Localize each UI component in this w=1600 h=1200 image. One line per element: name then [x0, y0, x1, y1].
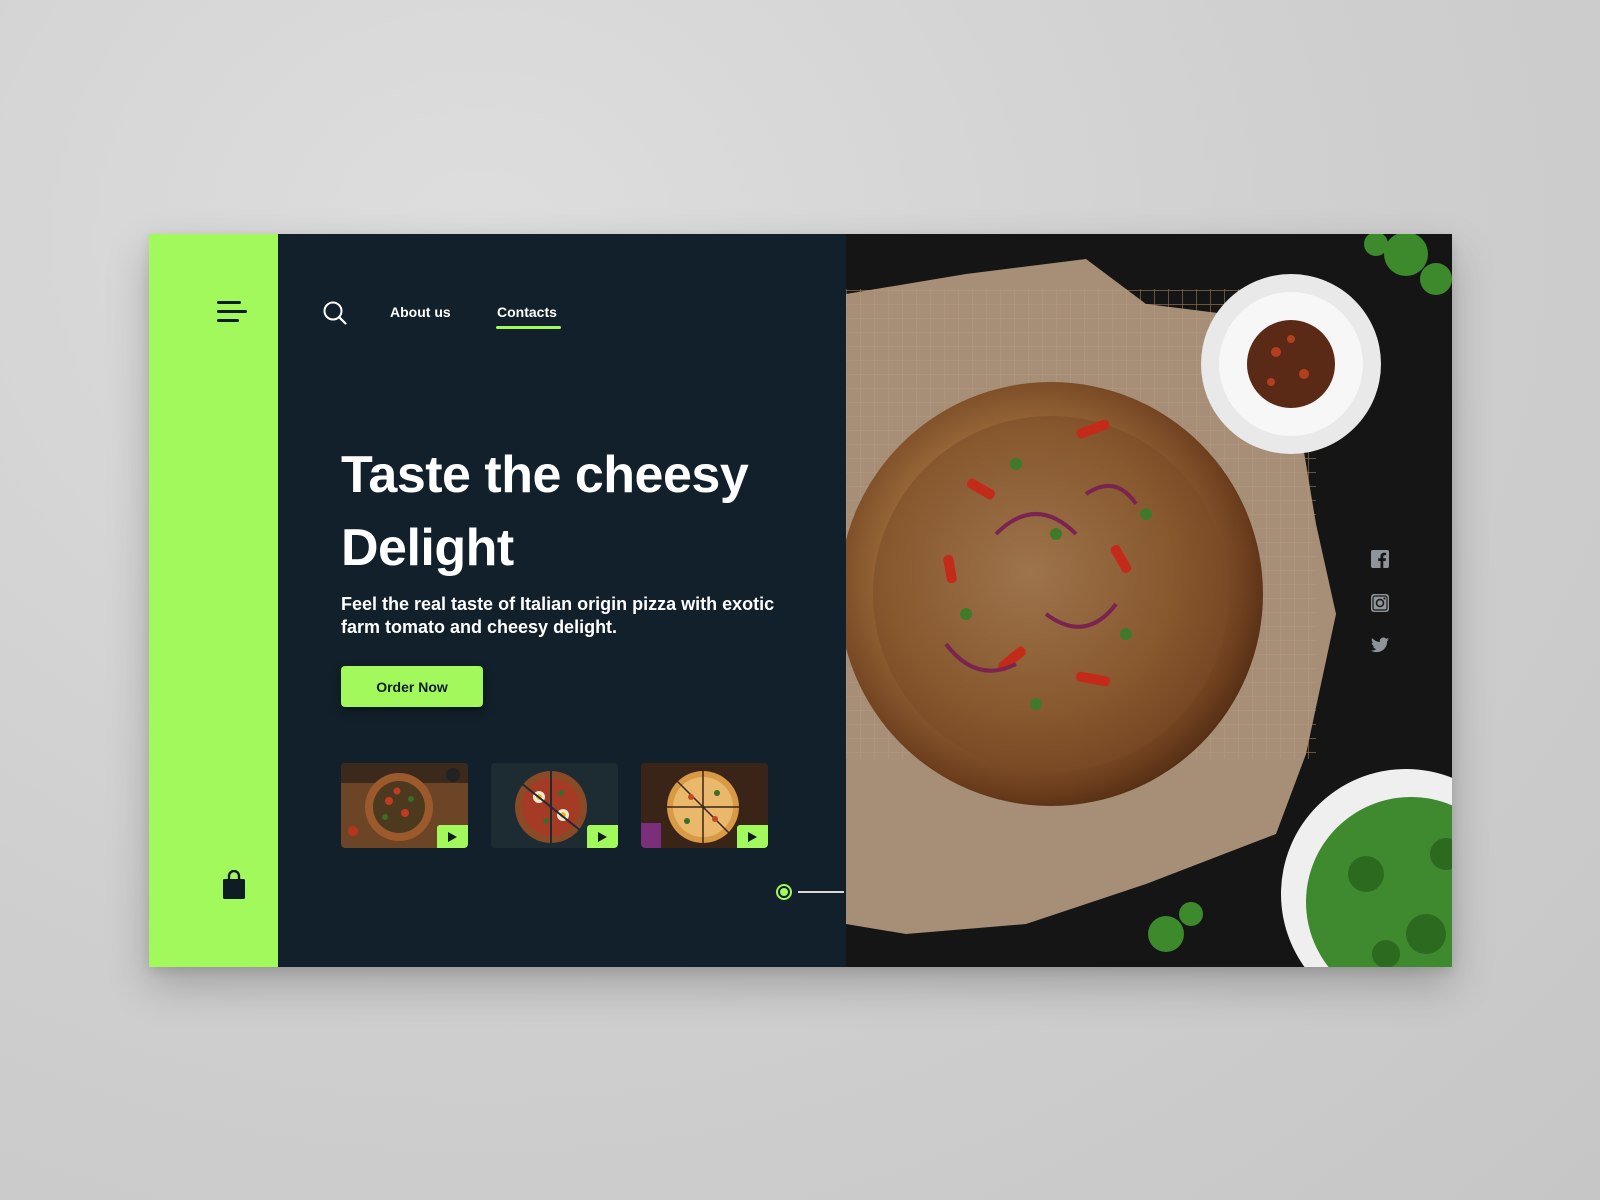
nav-contacts[interactable]: Contacts	[497, 304, 557, 320]
hero-pizza-photo	[846, 234, 1452, 967]
search-icon[interactable]	[322, 300, 348, 326]
pizza-photo-image	[846, 234, 1452, 967]
hero-panel: About us Contacts Taste the cheesy Delig…	[278, 234, 886, 967]
instagram-icon[interactable]	[1371, 594, 1389, 612]
nav-about-us[interactable]: About us	[390, 304, 451, 320]
nav-active-indicator	[496, 326, 561, 329]
twitter-icon[interactable]	[1371, 637, 1389, 655]
play-icon	[448, 832, 457, 842]
facebook-icon[interactable]	[1371, 550, 1389, 568]
video-thumbnail-2[interactable]	[491, 763, 618, 848]
left-rail	[149, 234, 278, 967]
pagination-progress-line	[798, 891, 844, 893]
menu-icon[interactable]	[217, 300, 247, 324]
landing-card: About us Contacts Taste the cheesy Delig…	[149, 234, 1452, 967]
order-now-button[interactable]: Order Now	[341, 666, 483, 707]
play-icon	[598, 832, 607, 842]
video-thumbnail-3[interactable]	[641, 763, 768, 848]
hero-title: Taste the cheesy Delight	[341, 446, 749, 577]
video-thumbnail-1[interactable]	[341, 763, 468, 848]
play-button[interactable]	[437, 825, 468, 848]
play-icon	[748, 832, 757, 842]
shopping-bag-icon[interactable]	[222, 869, 246, 900]
pagination-dot-active[interactable]	[776, 884, 792, 900]
play-button[interactable]	[587, 825, 618, 848]
hero-subtitle: Feel the real taste of Italian origin pi…	[341, 594, 775, 637]
play-button[interactable]	[737, 825, 768, 848]
